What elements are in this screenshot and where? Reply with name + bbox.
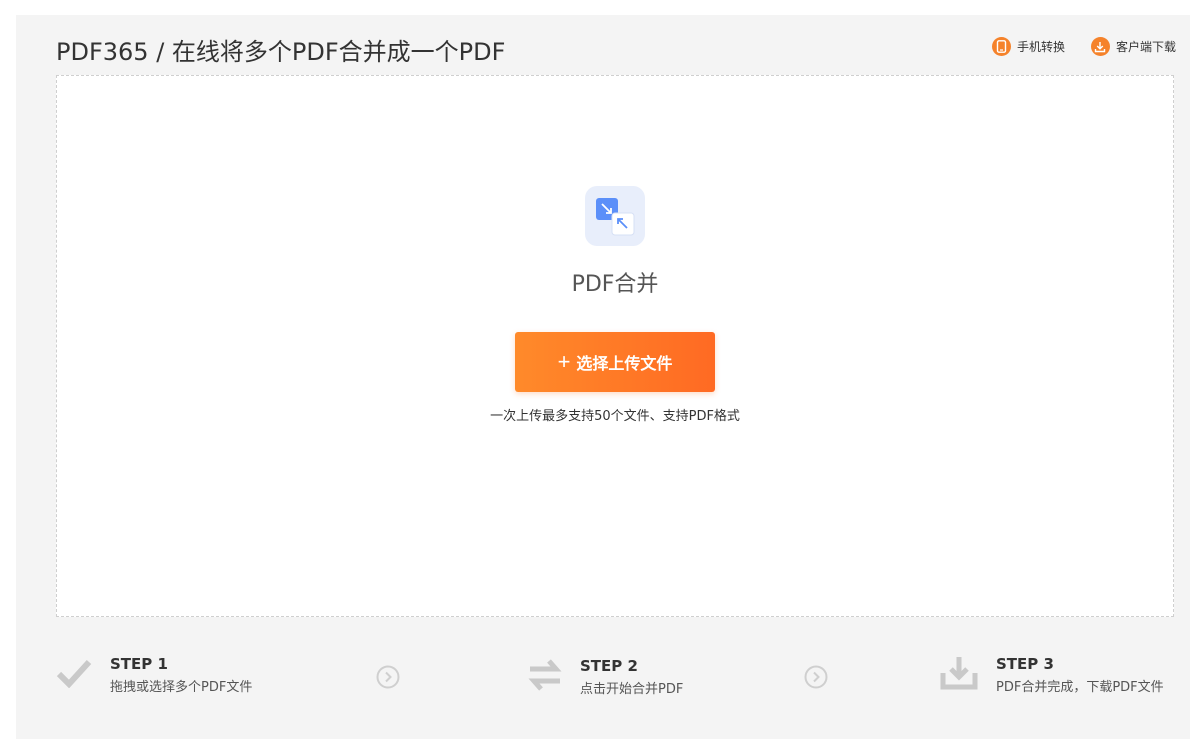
pdf-merge-icon [585, 186, 645, 246]
step-2: STEP 2 点击开始合并PDF [528, 655, 683, 699]
step-2-desc: 点击开始合并PDF [580, 682, 684, 697]
download-tray-icon [940, 655, 978, 695]
main-panel: PDF365 / 在线将多个PDF合并成一个PDF 手机转换 客户端下载 PDF… [16, 15, 1190, 739]
download-icon [1090, 37, 1110, 56]
step-3: STEP 3 PDF合并完成，下载PDF文件 [940, 655, 1164, 695]
client-download-label: 客户端下载 [1115, 40, 1176, 54]
mobile-icon [991, 37, 1011, 56]
step-2-title: STEP 2 [580, 657, 638, 675]
upload-file-button[interactable]: + 选择上传文件 [515, 332, 715, 392]
mobile-convert-link[interactable]: 手机转换 [991, 37, 1065, 56]
page-title: PDF365 / 在线将多个PDF合并成一个PDF [56, 38, 506, 66]
file-dropzone[interactable]: PDF合并 + 选择上传文件 一次上传最多支持50个文件、支持PDF格式 [56, 75, 1174, 617]
step-arrow-icon [804, 665, 828, 689]
upload-hint: 一次上传最多支持50个文件、支持PDF格式 [490, 409, 740, 424]
tool-name: PDF合并 [571, 272, 659, 297]
client-download-link[interactable]: 客户端下载 [1090, 37, 1176, 56]
step-1: STEP 1 拖拽或选择多个PDF文件 [56, 655, 252, 695]
checkmark-icon [56, 658, 92, 692]
step-arrow-icon [376, 665, 400, 689]
mobile-convert-label: 手机转换 [1016, 40, 1065, 54]
step-3-title: STEP 3 [996, 655, 1054, 673]
top-links: 手机转换 客户端下载 [991, 37, 1176, 56]
upload-button-label: 选择上传文件 [576, 356, 673, 373]
step-1-title: STEP 1 [110, 655, 168, 673]
step-3-desc: PDF合并完成，下载PDF文件 [996, 680, 1164, 695]
swap-arrows-icon [528, 655, 562, 699]
plus-icon: + [557, 349, 571, 374]
step-1-desc: 拖拽或选择多个PDF文件 [110, 680, 253, 695]
